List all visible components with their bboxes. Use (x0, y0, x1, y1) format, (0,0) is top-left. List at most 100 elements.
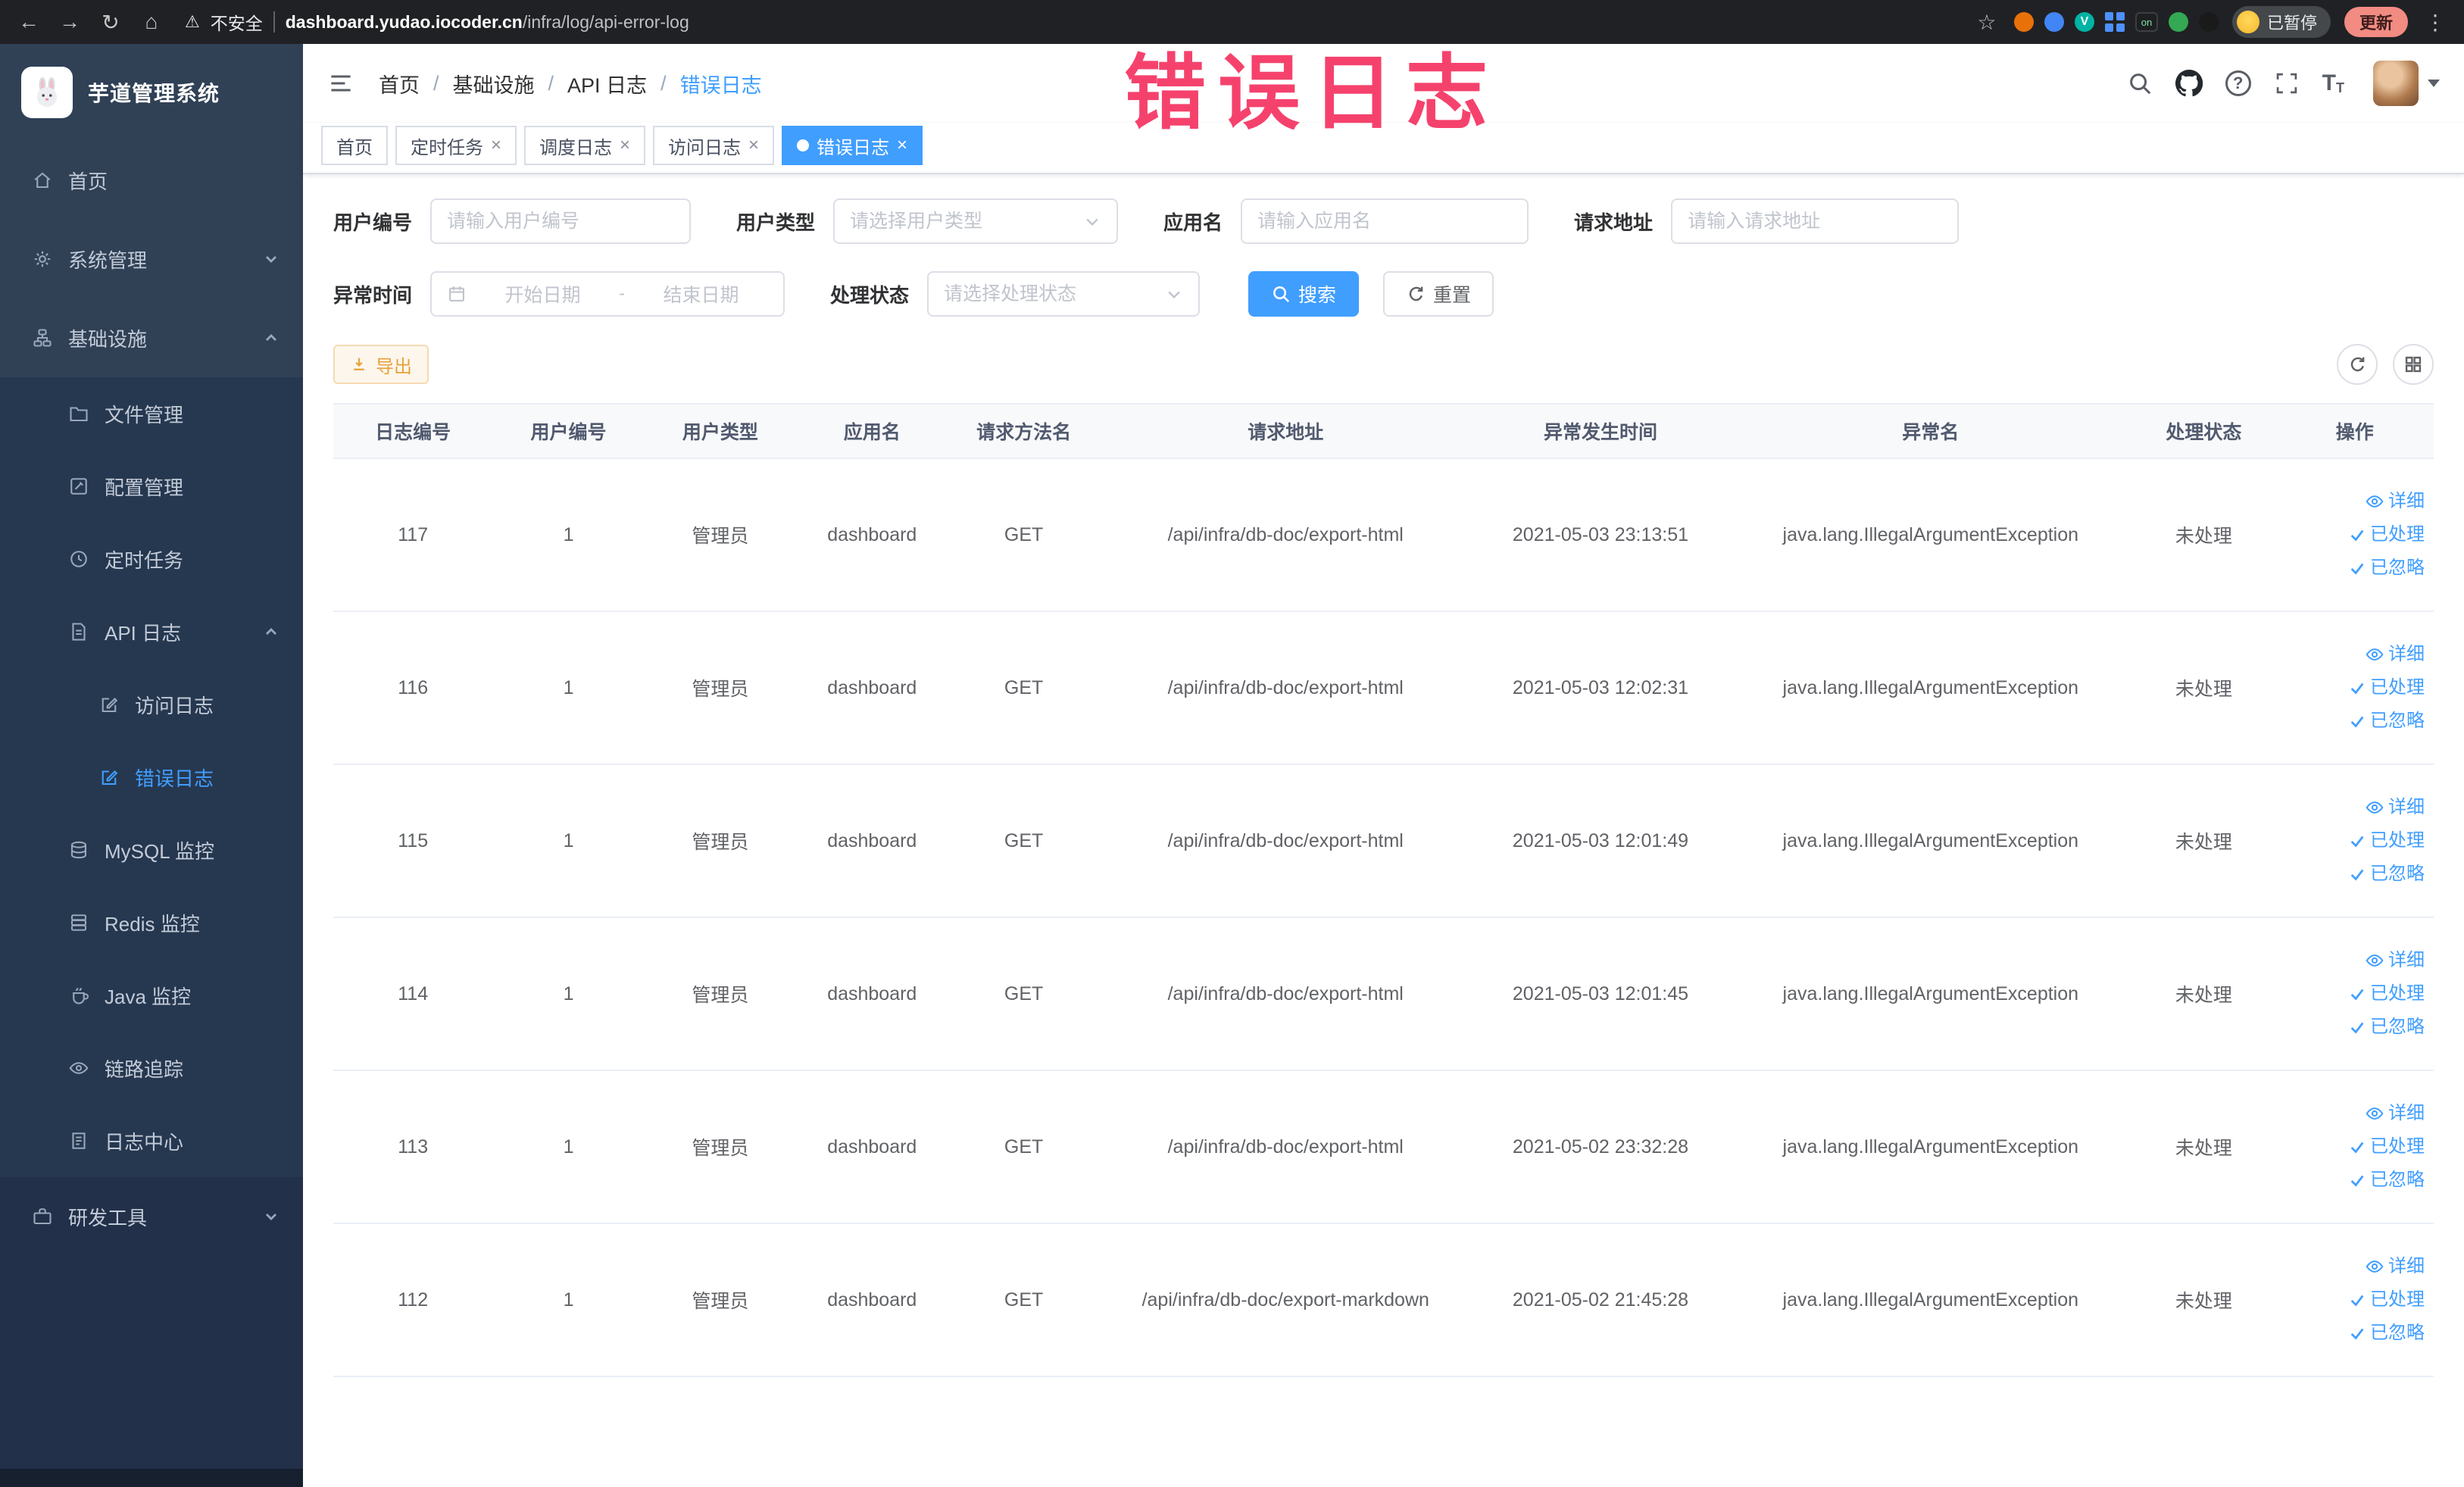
kebab-menu-icon[interactable]: ⋮ (2422, 10, 2449, 35)
processed-link[interactable]: 已处理 (2282, 671, 2425, 704)
fullscreen-icon[interactable] (2274, 70, 2300, 96)
reload-icon[interactable]: ↻ (97, 10, 124, 35)
sidebar-item-label: API 日志 (105, 621, 182, 645)
breadcrumb-item[interactable]: API 日志 (567, 69, 647, 98)
processed-link[interactable]: 已处理 (2282, 824, 2425, 858)
sidebar-item-dev-tools[interactable]: 研发工具 (0, 1177, 303, 1256)
app-logo[interactable]: 芋道管理系统 (0, 44, 303, 141)
cell-actions: 详细 已处理 已忽略 (2275, 1223, 2434, 1377)
search-button[interactable]: 搜索 (1248, 271, 1360, 317)
extension-v-icon[interactable]: V (2074, 12, 2094, 32)
back-icon[interactable]: ← (15, 10, 42, 34)
extension-blue-icon[interactable] (2044, 12, 2064, 32)
reset-button[interactable]: 重置 (1383, 271, 1494, 317)
address-bar[interactable]: ⚠ 不安全 dashboard.yudao.iocoder.cn/infra/l… (179, 9, 1960, 35)
ignored-link[interactable]: 已忽略 (2282, 1317, 2425, 1350)
home-nav-icon[interactable]: ⌂ (138, 10, 165, 34)
sidebar-item-api-log[interactable]: API 日志 (0, 595, 303, 668)
tab-access-log[interactable]: 访问日志 × (653, 126, 775, 165)
detail-link[interactable]: 详细 (2282, 1250, 2425, 1283)
ignored-link[interactable]: 已忽略 (2282, 551, 2425, 585)
sidebar-item-label: 研发工具 (68, 1206, 148, 1229)
cell-actions: 详细 已处理 已忽略 (2275, 458, 2434, 612)
extension-orange-icon[interactable] (2013, 12, 2034, 32)
extension-on-icon[interactable]: on (2135, 12, 2158, 32)
search-icon[interactable] (2127, 70, 2153, 96)
sidebar-item-trace[interactable]: 链路追踪 (0, 1032, 303, 1104)
extensions-area: V on (2013, 12, 2219, 32)
user-type-select[interactable] (833, 198, 1119, 244)
sidebar-item-java-monitor[interactable]: Java 监控 (0, 959, 303, 1032)
cell-url: /api/infra/db-doc/export-html (1099, 611, 1472, 765)
close-icon[interactable]: × (491, 135, 501, 156)
ignored-link[interactable]: 已忽略 (2282, 704, 2425, 738)
sidebar-item-access-log[interactable]: 访问日志 (0, 668, 303, 741)
detail-link[interactable]: 详细 (2282, 485, 2425, 518)
close-icon[interactable]: × (748, 135, 759, 156)
column-settings-button[interactable] (2393, 344, 2434, 385)
detail-link[interactable]: 详细 (2282, 791, 2425, 824)
close-icon[interactable]: × (897, 135, 907, 156)
tab-home[interactable]: 首页 (321, 126, 388, 165)
hamburger-icon[interactable] (327, 70, 354, 97)
ignored-link[interactable]: 已忽略 (2282, 858, 2425, 891)
tab-scheduled-task[interactable]: 定时任务 × (395, 126, 517, 165)
sidebar-item-config-mgmt[interactable]: 配置管理 (0, 450, 303, 523)
cell-app-name: dashboard (796, 1223, 948, 1377)
sidebar-item-error-log[interactable]: 错误日志 (0, 741, 303, 814)
cell-user-type: 管理员 (644, 917, 797, 1071)
avatar[interactable] (2373, 61, 2419, 106)
detail-link[interactable]: 详细 (2282, 944, 2425, 977)
sidebar-item-mysql-monitor[interactable]: MySQL 监控 (0, 814, 303, 886)
user-menu[interactable] (2373, 61, 2440, 106)
export-button[interactable]: 导出 (333, 345, 429, 384)
user-id-input-field[interactable] (447, 210, 675, 233)
sidebar-item-redis-monitor[interactable]: Redis 监控 (0, 886, 303, 959)
sidebar-item-scheduled-task[interactable]: 定时任务 (0, 523, 303, 595)
sidebar-item-file-mgmt[interactable]: 文件管理 (0, 377, 303, 450)
date-range-picker[interactable]: 开始日期 - 结束日期 (430, 271, 785, 317)
browser-update-button[interactable]: 更新 (2344, 7, 2408, 37)
app-name-input-field[interactable] (1257, 210, 1513, 233)
cell-actions: 详细 已处理 已忽略 (2275, 1070, 2434, 1224)
forward-icon[interactable]: → (56, 10, 83, 34)
sidebar-item-home[interactable]: 首页 (0, 141, 303, 220)
processed-link[interactable]: 已处理 (2282, 1130, 2425, 1164)
user-id-input[interactable] (430, 198, 692, 244)
refresh-button[interactable] (2337, 344, 2378, 385)
request-url-input-field[interactable] (1688, 210, 1943, 233)
detail-link[interactable]: 详细 (2282, 1097, 2425, 1130)
profile-chip[interactable]: 已暂停 (2231, 6, 2331, 38)
processed-link[interactable]: 已处理 (2282, 518, 2425, 551)
cell-url: /api/infra/db-doc/export-markdown (1099, 1223, 1472, 1377)
app-name-input[interactable] (1241, 198, 1529, 244)
help-icon[interactable]: ? (2225, 70, 2251, 96)
error-log-table: 日志编号 用户编号 用户类型 应用名 请求方法名 请求地址 异常发生时间 异常名… (333, 403, 2434, 1377)
user-type-select-field[interactable] (850, 210, 1084, 233)
sidebar-item-infrastructure[interactable]: 基础设施 (0, 298, 303, 377)
extension-paw-icon[interactable] (2198, 12, 2219, 32)
breadcrumb-item[interactable]: 首页 (379, 69, 420, 98)
sidebar-item-log-center[interactable]: 日志中心 (0, 1104, 303, 1177)
ignored-link[interactable]: 已忽略 (2282, 1011, 2425, 1044)
config-icon (67, 474, 91, 498)
breadcrumb-item[interactable]: 基础设施 (453, 69, 535, 98)
process-status-select-field[interactable] (944, 283, 1166, 305)
github-icon[interactable] (2175, 70, 2203, 97)
request-url-input[interactable] (1671, 198, 1960, 244)
bookmark-star-icon[interactable]: ☆ (1973, 10, 2000, 35)
extension-green-icon[interactable] (2168, 12, 2188, 32)
processed-link[interactable]: 已处理 (2282, 977, 2425, 1011)
extension-grid-icon[interactable] (2104, 12, 2125, 32)
processed-link[interactable]: 已处理 (2282, 1283, 2425, 1317)
range-separator: - (619, 283, 626, 304)
detail-link[interactable]: 详细 (2282, 638, 2425, 671)
font-size-icon[interactable]: TT (2322, 70, 2344, 96)
ignored-link[interactable]: 已忽略 (2282, 1164, 2425, 1197)
tab-schedule-log[interactable]: 调度日志 × (524, 126, 646, 165)
start-date-placeholder: 开始日期 (504, 285, 581, 306)
process-status-select[interactable] (927, 271, 1201, 317)
sidebar-item-system-mgmt[interactable]: 系统管理 (0, 220, 303, 298)
close-icon[interactable]: × (620, 135, 630, 156)
tab-error-log[interactable]: 错误日志 × (782, 126, 923, 165)
